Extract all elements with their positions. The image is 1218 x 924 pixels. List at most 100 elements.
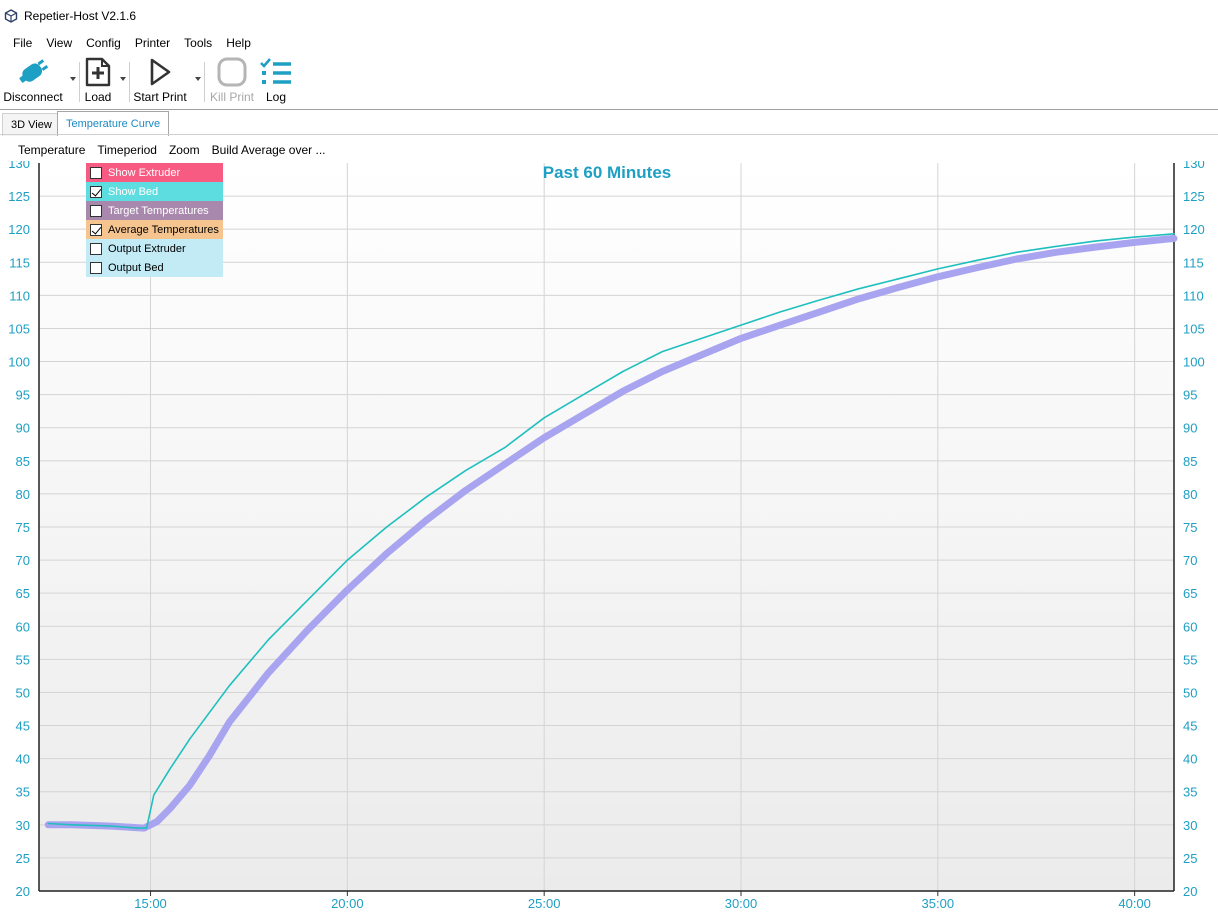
- y-tick-label-right: 75: [1183, 520, 1197, 535]
- legend-item-target-temperatures[interactable]: Target Temperatures: [86, 201, 223, 220]
- toolbar-separator: [129, 62, 130, 102]
- y-tick-label-right: 85: [1183, 454, 1197, 469]
- plug-icon: [19, 59, 49, 83]
- y-tick-label-left: 20: [16, 884, 30, 899]
- disconnect-button[interactable]: Disconnect: [2, 54, 64, 108]
- legend-label: Average Temperatures: [108, 223, 219, 236]
- y-tick-label-right: 105: [1183, 321, 1205, 336]
- legend-item-average-temperatures[interactable]: Average Temperatures: [86, 220, 223, 239]
- title-bar: Repetier-Host V2.1.6: [0, 0, 1218, 32]
- y-tick-label-right: 45: [1183, 719, 1197, 734]
- chart-menu-build-average[interactable]: Build Average over ...: [206, 143, 332, 157]
- legend-checkbox[interactable]: [90, 185, 102, 198]
- y-tick-label-left: 40: [16, 752, 30, 767]
- y-tick-label-left: 125: [8, 189, 30, 204]
- chart-menu-temperature[interactable]: Temperature: [12, 143, 91, 157]
- x-tick-label: 20:00: [331, 896, 364, 911]
- chart-menu-timeperiod[interactable]: Timeperiod: [91, 143, 163, 157]
- x-tick-label: 30:00: [725, 896, 758, 911]
- y-tick-label-left: 80: [16, 487, 30, 502]
- menu-help[interactable]: Help: [219, 36, 258, 50]
- legend-checkbox[interactable]: [90, 166, 102, 179]
- legend-item-show-bed[interactable]: Show Bed: [86, 182, 223, 201]
- start-print-label: Start Print: [133, 90, 187, 104]
- kill-print-button[interactable]: Kill Print: [206, 54, 258, 108]
- tab-bar: 3D View Temperature Curve: [0, 109, 1218, 136]
- tab-3d-view[interactable]: 3D View: [2, 113, 61, 136]
- start-print-dropdown-icon[interactable]: [194, 76, 202, 82]
- y-tick-label-right: 50: [1183, 685, 1197, 700]
- legend-label: Target Temperatures: [108, 204, 209, 217]
- menu-tools[interactable]: Tools: [177, 36, 219, 50]
- y-tick-label-left: 45: [16, 719, 30, 734]
- chart-menu: Temperature Timeperiod Zoom Build Averag…: [0, 139, 332, 161]
- y-tick-label-left: 25: [16, 851, 30, 866]
- y-tick-label-right: 100: [1183, 355, 1205, 370]
- y-tick-label-left: 120: [8, 222, 30, 237]
- y-tick-label-right: 35: [1183, 785, 1197, 800]
- y-tick-label-left: 90: [16, 421, 30, 436]
- legend-item-output-bed[interactable]: Output Bed: [86, 258, 223, 277]
- legend-checkbox[interactable]: [90, 204, 102, 217]
- y-tick-label-right: 55: [1183, 652, 1197, 667]
- legend-checkbox[interactable]: [90, 242, 102, 255]
- kill-print-label: Kill Print: [209, 90, 254, 104]
- y-tick-label-left: 100: [8, 355, 30, 370]
- window-title: Repetier-Host V2.1.6: [24, 9, 137, 23]
- menu-view[interactable]: View: [39, 36, 79, 50]
- tab-divider: [0, 134, 1218, 135]
- start-print-button[interactable]: Start Print: [131, 54, 189, 108]
- y-tick-label-left: 60: [16, 619, 30, 634]
- y-tick-label-right: 40: [1183, 752, 1197, 767]
- y-tick-label-right: 125: [1183, 189, 1205, 204]
- y-tick-label-left: 75: [16, 520, 30, 535]
- y-tick-label-right: 110: [1183, 288, 1204, 303]
- legend-checkbox[interactable]: [90, 261, 102, 274]
- y-tick-label-right: 65: [1183, 586, 1197, 601]
- legend-item-show-extruder[interactable]: Show Extruder: [86, 163, 223, 182]
- disconnect-dropdown-icon[interactable]: [69, 76, 77, 82]
- tab-temperature-curve[interactable]: Temperature Curve: [57, 111, 170, 136]
- y-tick-label-right: 20: [1183, 884, 1197, 899]
- legend-item-output-extruder[interactable]: Output Extruder: [86, 239, 223, 258]
- y-tick-label-right: 80: [1183, 487, 1197, 502]
- y-tick-label-left: 50: [16, 685, 30, 700]
- y-tick-label-left: 65: [16, 586, 30, 601]
- y-tick-label-left: 105: [8, 321, 30, 336]
- y-tick-label-right: 30: [1183, 818, 1197, 833]
- y-tick-label-left: 70: [16, 553, 30, 568]
- y-tick-label-right: 115: [1183, 255, 1204, 270]
- y-tick-label-right: 70: [1183, 553, 1197, 568]
- y-tick-label-right: 120: [1183, 222, 1205, 237]
- y-tick-label-left: 85: [16, 454, 30, 469]
- chart-menu-zoom[interactable]: Zoom: [163, 143, 206, 157]
- checklist-icon: [260, 58, 291, 84]
- log-button[interactable]: Log: [258, 54, 294, 108]
- app-window: Repetier-Host V2.1.6 File View Config Pr…: [0, 0, 1218, 924]
- load-button[interactable]: Load: [80, 54, 116, 108]
- menu-config[interactable]: Config: [79, 36, 128, 50]
- play-icon: [150, 58, 171, 86]
- load-dropdown-icon[interactable]: [119, 76, 127, 82]
- y-tick-label-right: 90: [1183, 421, 1197, 436]
- legend-label: Show Bed: [108, 185, 159, 198]
- repetier-cube-icon: [4, 9, 18, 23]
- x-tick-label: 35:00: [922, 896, 955, 911]
- y-tick-label-right: 25: [1183, 851, 1197, 866]
- chart-title: Past 60 Minutes: [542, 163, 672, 182]
- stop-icon: [217, 57, 247, 87]
- y-tick-label-left: 130: [8, 161, 30, 171]
- legend-label: Output Extruder: [108, 242, 186, 255]
- menu-printer[interactable]: Printer: [128, 36, 177, 50]
- add-file-icon: [85, 57, 111, 87]
- toolbar-separator: [204, 62, 205, 102]
- y-tick-label-left: 55: [16, 652, 30, 667]
- disconnect-label: Disconnect: [3, 90, 63, 104]
- menu-file[interactable]: File: [6, 36, 39, 50]
- toolbar: Disconnect Load Start Print Kill Print L…: [0, 54, 1218, 108]
- y-tick-label-right: 130: [1183, 161, 1205, 171]
- legend-label: Output Bed: [108, 261, 164, 274]
- y-tick-label-left: 35: [16, 785, 30, 800]
- legend-checkbox[interactable]: [90, 223, 102, 236]
- y-tick-label-right: 95: [1183, 388, 1197, 403]
